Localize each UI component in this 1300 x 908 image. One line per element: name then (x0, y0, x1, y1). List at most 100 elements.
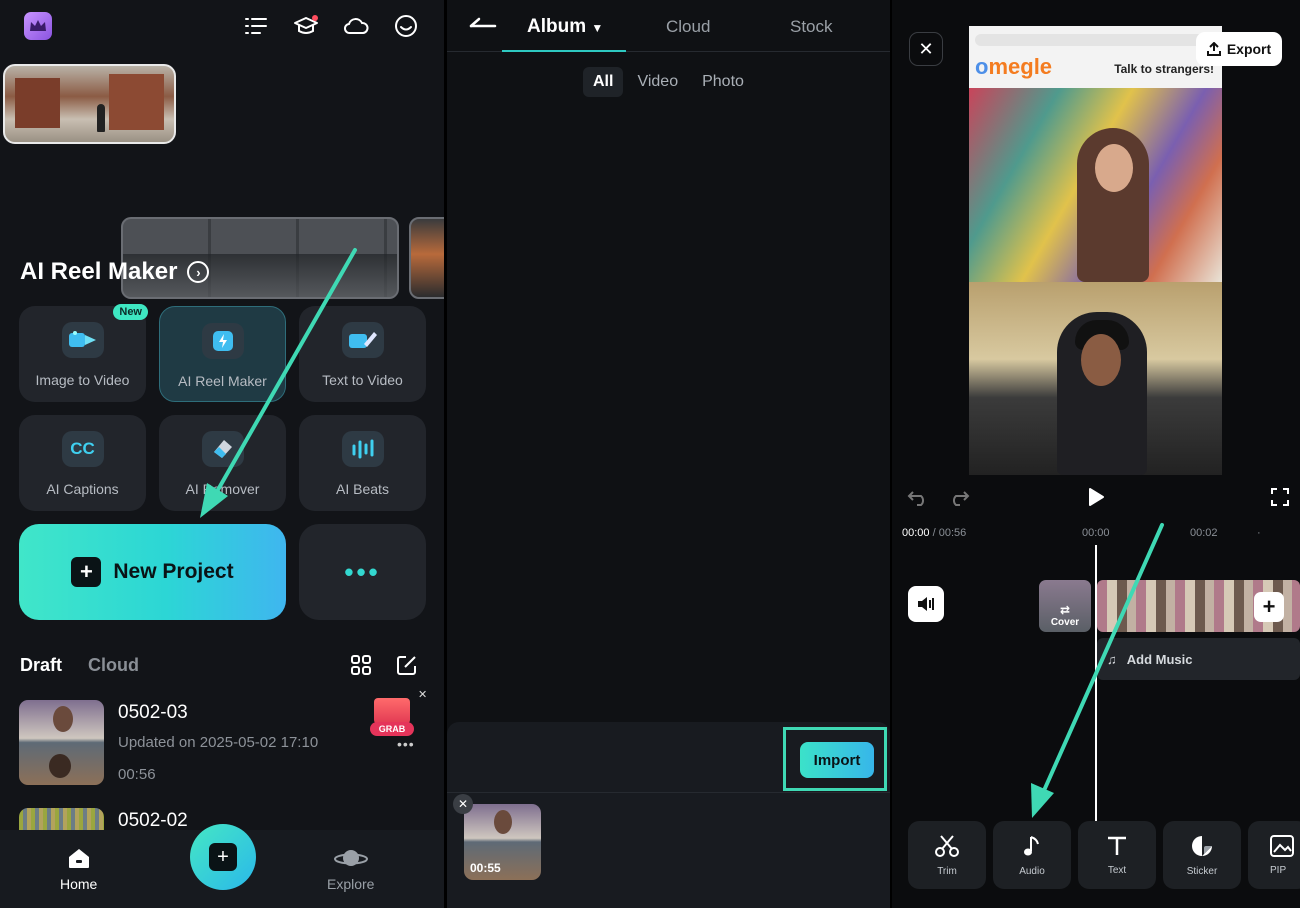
tab-draft[interactable]: Draft (20, 655, 62, 676)
crown-icon[interactable] (24, 12, 52, 40)
caret-down-icon: ▼ (591, 21, 604, 35)
cover-thumbnail[interactable]: ⇄ Cover (1039, 580, 1091, 632)
clip-duration: 00:55 (470, 861, 501, 875)
time-current: 00:00 (902, 527, 930, 539)
timeline-mark: 00:02 (1190, 527, 1218, 539)
pencil-video-icon (341, 322, 384, 358)
export-label: Export (1226, 41, 1272, 57)
edit-icon[interactable] (396, 654, 418, 681)
cloud-icon[interactable] (342, 12, 370, 40)
cc-icon: CC (61, 431, 104, 467)
tool-audio[interactable]: Audio (993, 821, 1071, 889)
plus-icon: + (209, 843, 237, 871)
tool-sticker[interactable]: Sticker (1163, 821, 1241, 889)
tile-label: AI Remover (185, 481, 260, 497)
play-icon[interactable] (1081, 482, 1111, 512)
filter-all[interactable]: All (583, 67, 624, 97)
timeline-mark: 00:00 (1082, 527, 1110, 539)
close-icon[interactable]: ✕ (418, 688, 427, 701)
tile-ai-reel-maker[interactable]: AI Reel Maker (159, 306, 286, 402)
tool-label: Text (1107, 864, 1127, 876)
tab-album[interactable]: Album ▼ (527, 16, 603, 38)
draft-actions (350, 654, 418, 681)
remove-clip-icon[interactable]: ✕ (453, 794, 473, 814)
tab-cloud[interactable]: Cloud (88, 655, 139, 676)
tab-cloud[interactable]: Cloud (666, 17, 710, 37)
text-icon (1108, 836, 1126, 855)
smile-icon[interactable] (392, 12, 420, 40)
mute-button[interactable] (908, 586, 944, 622)
graduation-cap-icon[interactable] (292, 12, 320, 40)
tool-pip[interactable]: PIP (1248, 821, 1300, 889)
speaker-icon (918, 597, 934, 611)
reel-preview-strip-2[interactable] (409, 217, 444, 299)
draft-thumbnail (19, 700, 104, 785)
preview-bottom-video (969, 282, 1222, 475)
tile-ai-beats[interactable]: AI Beats (299, 415, 426, 511)
pip-icon (1270, 834, 1294, 857)
editor-toolbar: Trim Audio Text Sticker PIP (908, 821, 1300, 889)
tile-label: Image to Video (35, 372, 130, 388)
tile-label: AI Captions (46, 481, 119, 497)
scissors-icon (935, 834, 959, 857)
add-music-track[interactable]: ♫ Add Music (1097, 638, 1300, 680)
import-button[interactable]: Import (800, 742, 874, 778)
upload-icon (1206, 42, 1221, 56)
tab-stock[interactable]: Stock (790, 17, 833, 37)
fullscreen-icon[interactable] (1265, 482, 1295, 512)
undo-icon[interactable] (903, 482, 933, 512)
video-preview[interactable]: omegle Talk to strangers! (969, 26, 1222, 475)
sticker-icon (1192, 835, 1212, 856)
draft-updated: Updated on 2025-05-02 17:10 (118, 734, 319, 751)
tile-ai-remover[interactable]: AI Remover (159, 415, 286, 511)
preview-logo: omegle (975, 54, 1053, 79)
import-highlight: Import (783, 727, 887, 791)
tab-album-label: Album (527, 16, 587, 37)
add-music-label: Add Music (1126, 651, 1193, 667)
more-button[interactable]: ••• (299, 524, 426, 620)
album-panel: Album ▼ Cloud Stock All Video Photo Impo… (447, 0, 890, 908)
export-button[interactable]: Export (1196, 32, 1282, 66)
nav-home-label: Home (60, 876, 98, 892)
filter-video[interactable]: Video (627, 67, 688, 97)
redo-icon[interactable] (944, 482, 974, 512)
create-fab-button[interactable]: + (190, 824, 256, 890)
tile-ai-captions[interactable]: CC AI Captions (19, 415, 146, 511)
new-project-label: New Project (113, 560, 234, 583)
more-dots-icon[interactable]: ••• (397, 736, 415, 752)
tile-text-to-video[interactable]: Text to Video (299, 306, 426, 402)
active-tab-indicator (502, 50, 626, 52)
close-button[interactable]: ✕ (909, 32, 943, 66)
tool-trim[interactable]: Trim (908, 821, 986, 889)
music-note-icon (1024, 835, 1039, 855)
ai-reel-maker-heading[interactable]: AI Reel Maker › (20, 258, 210, 286)
tool-text[interactable]: Text (1078, 821, 1156, 889)
list-icon[interactable] (242, 12, 270, 40)
tile-image-to-video[interactable]: New Image to Video (19, 304, 148, 402)
nav-home[interactable]: Home (60, 846, 97, 892)
playhead[interactable] (1095, 545, 1097, 821)
chevron-right-icon: › (187, 261, 210, 283)
gift-promo[interactable]: GRAB ✕ (368, 689, 427, 738)
filter-photo[interactable]: Photo (692, 67, 754, 97)
eraser-icon (201, 431, 244, 467)
preview-top-video (969, 88, 1222, 282)
tool-label: PIP (1270, 864, 1287, 876)
timeline-tick: · (1257, 527, 1261, 539)
new-badge: New (113, 304, 148, 320)
tool-label: Sticker (1186, 865, 1218, 877)
hero-thumbnail[interactable] (3, 64, 176, 144)
lightning-icon (201, 323, 244, 359)
album-header: Album ▼ Cloud Stock (447, 0, 890, 52)
gift-box-icon (374, 698, 410, 724)
grid-icon[interactable] (350, 654, 372, 681)
selected-clip[interactable]: 00:55 (464, 804, 541, 880)
home-icon (68, 849, 89, 868)
nav-explore[interactable]: Explore (327, 846, 374, 892)
image-video-icon (61, 322, 104, 358)
back-arrow-icon[interactable] (469, 14, 497, 39)
draft-tabs: Draft Cloud (20, 655, 139, 676)
add-clip-button[interactable]: + (1254, 592, 1284, 622)
new-project-button[interactable]: + New Project (19, 524, 286, 620)
tool-label: Audio (1019, 865, 1045, 877)
